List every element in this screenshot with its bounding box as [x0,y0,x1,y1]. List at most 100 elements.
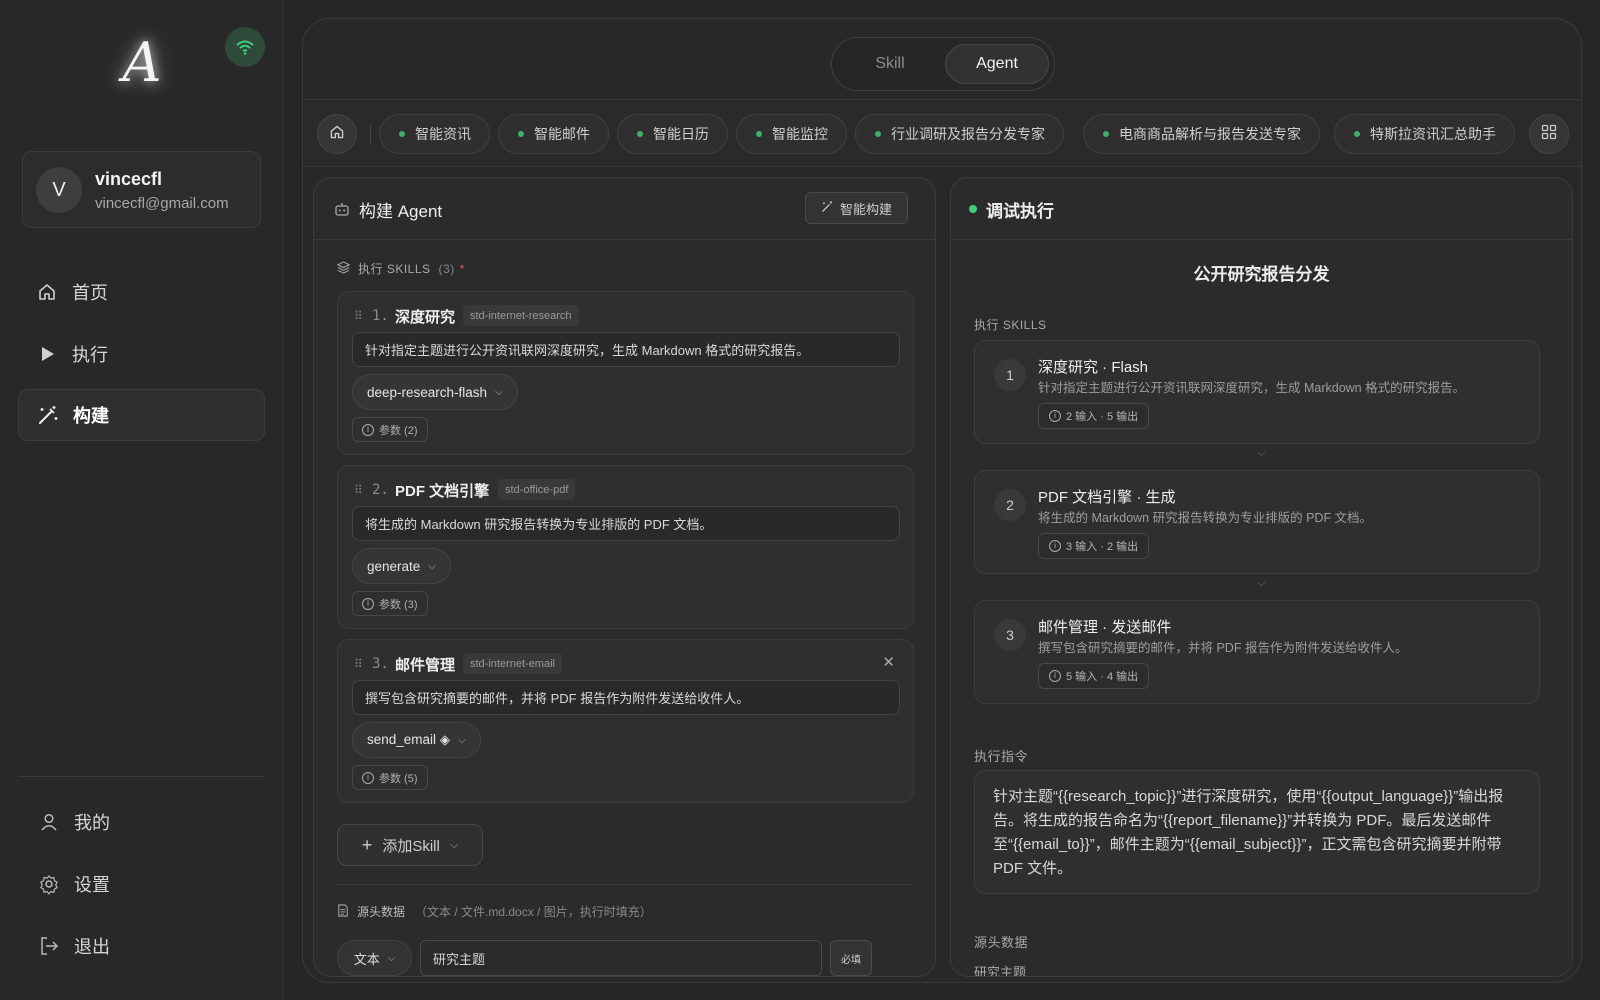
skill-code-badge: std-office-pdf [498,479,576,500]
plus-icon: + [361,834,373,855]
nav-label: 构建 [73,406,109,426]
nav-label: 首页 [72,283,108,303]
gear-icon [38,873,60,895]
user-card[interactable]: V vincecfl vincecfl@gmail.com [22,151,261,228]
builder-title: 构建 Agent [359,202,443,221]
grid-icon [1541,124,1557,145]
source-name-input[interactable]: 研究主题 [420,940,822,976]
status-dot [518,131,524,137]
remove-skill-close-icon[interactable]: ✕ [882,653,895,671]
skill-card: ⠿ 3. 邮件管理 std-internet-email ✕ 撰写包含研究摘要的… [337,639,914,803]
skill-description-input[interactable]: 撰写包含研究摘要的邮件，并将 PDF 报告作为附件发送给收件人。 [352,680,900,715]
info-icon: i [362,771,374,784]
params-button[interactable]: i 参数 (3) [352,591,428,616]
agent-tab[interactable]: 电商商品解析与报告发送专家 [1083,114,1320,154]
agent-tab[interactable]: 智能日历 [617,114,728,154]
skill-number: 1. [372,308,389,324]
skill-card: ⠿ 1. 深度研究 std-internet-research 针对指定主题进行… [337,291,914,455]
smart-build-button[interactable]: 智能构建 [805,192,908,224]
skill-method-select[interactable]: send_email ◈ ⌵ [352,722,481,758]
source-label: 源头数据 [357,905,406,919]
io-label: 3 输入 · 2 输出 [1066,541,1139,553]
skill-card: ⠿ 2. PDF 文档引擎 std-office-pdf 将生成的 Markdo… [337,465,914,629]
params-button[interactable]: i 参数 (2) [352,417,428,442]
status-dot [969,205,977,213]
nav-item-profile[interactable]: 我的 [18,796,265,848]
app-logo: A [122,30,162,94]
play-icon [36,343,58,365]
skill-method-select[interactable]: deep-research-flash ⌵ [352,374,518,410]
info-icon: i [362,423,374,436]
agent-tab-label: 智能资讯 [415,126,471,142]
io-label: 5 输入 · 4 输出 [1066,671,1139,683]
agent-tab[interactable]: 行业调研及报告分发专家 [855,114,1064,154]
io-badge[interactable]: i 3 输入 · 2 输出 [1038,533,1150,559]
skill-name: PDF 文档引擎 [395,483,490,500]
io-badge[interactable]: i 2 输入 · 5 输出 [1038,403,1150,429]
home-icon [329,124,345,145]
agent-tab-label: 特斯拉资讯汇总助手 [1370,126,1496,142]
all-agents-button[interactable] [1529,114,1569,154]
params-label: 参数 (3) [379,598,418,611]
agent-tab[interactable]: 特斯拉资讯汇总助手 [1334,114,1515,154]
nav-item-execute[interactable]: 执行 [18,328,265,380]
smart-build-label: 智能构建 [839,201,892,217]
io-label: 2 输入 · 5 输出 [1066,411,1139,423]
mode-skill-button[interactable]: Skill [838,44,942,84]
nav-item-logout[interactable]: 退出 [18,920,265,972]
document-icon [337,903,349,920]
add-skill-button[interactable]: + 添加Skill ⌵ [337,824,483,866]
agent-tab-label: 行业调研及报告分发专家 [891,126,1045,142]
status-dot [1354,131,1360,137]
run-title: 公开研究报告分发 [1193,265,1330,284]
tabs-home-button[interactable] [317,114,357,154]
method-label: send_email ◈ [367,732,451,747]
agent-tab[interactable]: 智能监控 [736,114,847,154]
chevron-down-icon: ⌵ [1257,448,1266,459]
agent-tab-label: 智能邮件 [534,126,590,142]
nav-item-build[interactable]: 构建 [18,389,265,441]
status-dot [399,131,405,137]
nav-item-home[interactable]: 首页 [18,266,265,318]
info-icon: i [1049,410,1061,422]
skill-description-input[interactable]: 针对指定主题进行公开资讯联网深度研究，生成 Markdown 格式的研究报告。 [352,332,900,367]
exec-skill-name: 邮件管理 · 发送邮件 [1038,619,1172,636]
drag-handle-icon[interactable]: ⠿ [354,483,363,497]
exec-skill-card: 1 深度研究 · Flash 针对指定主题进行公开资讯联网深度研究，生成 Mar… [974,340,1540,444]
add-skill-label: 添加Skill [382,837,440,855]
agent-tab[interactable]: 智能资讯 [379,114,490,154]
debug-header: 调试执行 [951,178,1572,240]
sidebar-divider [18,776,265,777]
agent-tab-label: 智能监控 [772,126,828,142]
skills-count: (3) [438,261,455,276]
status-dot [637,131,643,137]
mode-agent-button[interactable]: Agent [945,44,1049,84]
builder-panel: 构建 Agent 智能构建 执行 SKILLS (3) * ⠿ 1. 深度研究 … [313,177,936,977]
skill-method-select[interactable]: generate ⌵ [352,548,451,584]
agent-tab-label: 智能日历 [653,126,709,142]
exec-skill-card: 3 邮件管理 · 发送邮件 撰写包含研究摘要的邮件，并将 PDF 报告作为附件发… [974,600,1540,704]
nav-label: 我的 [74,813,110,833]
skill-description-input[interactable]: 将生成的 Markdown 研究报告转换为专业排版的 PDF 文档。 [352,506,900,541]
io-badge[interactable]: i 5 输入 · 4 输出 [1038,663,1150,689]
skills-label: 执行 SKILLS [358,262,431,276]
user-name: vincecfl [95,169,163,189]
nav-item-settings[interactable]: 设置 [18,858,265,910]
chevron-down-icon: ⌵ [387,952,396,964]
chevron-down-icon: ⌵ [495,386,503,398]
home-icon [36,281,58,303]
required-toggle-button[interactable]: 必填 [830,940,872,976]
instruction-box[interactable]: 针对主题“{{research_topic}}”进行深度研究，使用“{{outp… [974,770,1540,894]
params-button[interactable]: i 参数 (5) [352,765,428,790]
chevron-down-icon: ⌵ [449,838,459,851]
agent-tab[interactable]: 智能邮件 [498,114,609,154]
source-type-label: 文本 [353,951,380,967]
main-area: Skill Agent 智能资讯 智能邮件 智能日历 智能监控 行业调研及报告分… [302,18,1582,983]
drag-handle-icon[interactable]: ⠿ [354,309,363,323]
method-label: generate [367,558,421,574]
drag-handle-icon[interactable]: ⠿ [354,657,363,671]
source-type-select[interactable]: 文本 ⌵ [337,940,412,976]
exec-skill-desc: 将生成的 Markdown 研究报告转换为专业排版的 PDF 文档。 [1038,511,1373,525]
wifi-status-icon[interactable] [225,27,265,67]
params-label: 参数 (2) [379,424,418,437]
